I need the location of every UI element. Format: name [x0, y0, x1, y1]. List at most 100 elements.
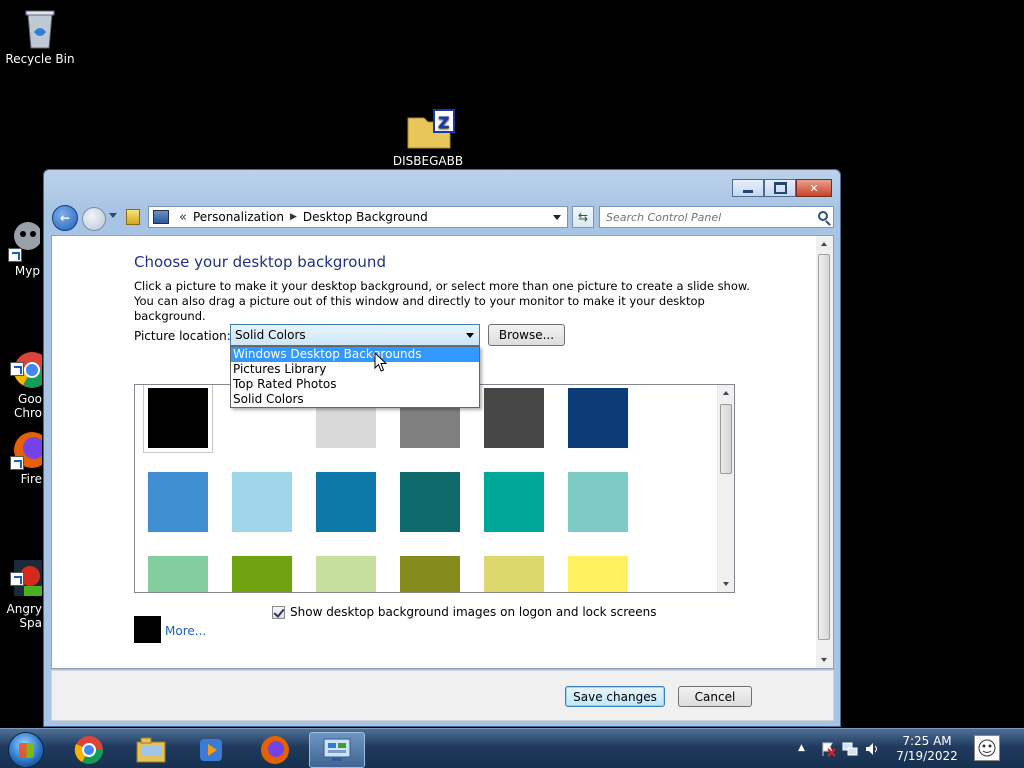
color-swatch[interactable]	[400, 556, 460, 592]
desktop-icon-recycle-bin[interactable]: Recycle Bin	[0, 6, 80, 66]
picture-location-dropdown: Windows Desktop Backgrounds Pictures Lib…	[230, 346, 480, 408]
breadcrumb-arrow-icon[interactable]: ▶	[290, 212, 297, 222]
color-swatch[interactable]	[148, 472, 208, 532]
taskbar-chrome[interactable]	[62, 732, 116, 768]
desktop-icon-firefox[interactable]: Fire	[0, 428, 42, 486]
color-swatch[interactable]	[316, 472, 376, 532]
picture-location-select[interactable]: Solid Colors	[230, 324, 480, 346]
close-button[interactable]: ✕	[796, 179, 832, 197]
more-colors-link[interactable]: More...	[165, 624, 206, 638]
media-player-icon	[200, 739, 222, 761]
color-swatch[interactable]	[232, 472, 292, 532]
show-on-logon-label: Show desktop background images on logon …	[290, 605, 657, 619]
recent-pages-dropdown[interactable]	[109, 213, 117, 218]
chrome-icon	[10, 334, 42, 388]
desktop-icon-folder[interactable]: Z DISBEGABB	[388, 108, 468, 168]
folder-icon	[136, 737, 166, 763]
dropdown-option-windows-backgrounds[interactable]: Windows Desktop Backgrounds	[231, 347, 479, 362]
cancel-button[interactable]: Cancel	[678, 686, 752, 707]
up-level-icon[interactable]	[126, 209, 140, 225]
color-swatch[interactable]	[484, 472, 544, 532]
scroll-thumb[interactable]	[818, 254, 830, 640]
desktop-icon-myp[interactable]: Myp	[0, 218, 40, 278]
address-bar[interactable]: « Personalization ▶ Desktop Background	[148, 206, 568, 228]
color-swatch[interactable]	[484, 556, 544, 592]
minimize-button[interactable]	[732, 179, 764, 197]
color-swatch[interactable]	[400, 472, 460, 532]
taskbar: ▲ 7:25 AM 7/19/2022	[0, 728, 1024, 768]
desktop-background-window: ✕ ← « Personalization ▶ Desktop Backgrou…	[43, 169, 841, 727]
taskbar-media-player[interactable]	[184, 732, 238, 768]
search-input[interactable]	[600, 207, 805, 227]
save-changes-button[interactable]: Save changes	[565, 686, 665, 707]
maximize-button[interactable]	[764, 179, 796, 197]
firefox-icon	[10, 428, 42, 470]
control-panel-icon	[323, 738, 351, 761]
desktop-icon-label: Goo Chro	[14, 392, 42, 420]
network-icon[interactable]	[842, 741, 858, 757]
taskbar-firefox[interactable]	[248, 732, 302, 768]
firefox-icon	[261, 736, 289, 764]
color-swatch[interactable]	[568, 472, 628, 532]
navigation-toolbar: ← « Personalization ▶ Desktop Background…	[52, 203, 834, 233]
shortcut-arrow-icon	[10, 572, 24, 586]
scroll-down-icon[interactable]	[821, 658, 827, 662]
show-on-logon-checkbox[interactable]	[272, 605, 285, 619]
start-button[interactable]	[8, 732, 44, 768]
address-dropdown-icon[interactable]	[553, 215, 561, 220]
color-swatch[interactable]	[232, 556, 292, 592]
desktop-icon-chrome[interactable]: Goo Chro	[0, 320, 42, 420]
caption-buttons: ✕	[732, 179, 832, 197]
scroll-down-icon[interactable]	[723, 582, 729, 586]
browse-button[interactable]: Browse...	[488, 324, 565, 346]
volume-icon[interactable]	[864, 741, 880, 757]
scroll-up-icon[interactable]	[821, 242, 827, 246]
shortcut-arrow-icon	[10, 456, 24, 470]
system-tray: ▲ 7:25 AM 7/19/2022	[794, 729, 1024, 768]
color-swatch[interactable]	[568, 556, 628, 592]
shortcut-arrow-icon	[10, 362, 24, 376]
back-button[interactable]: ←	[52, 205, 78, 231]
clock[interactable]: 7:25 AM 7/19/2022	[892, 734, 962, 764]
recycle-bin-icon	[18, 6, 62, 50]
action-center-icon[interactable]	[820, 741, 836, 757]
breadcrumb-desktop-background[interactable]: Desktop Background	[303, 210, 428, 224]
refresh-icon: ⇆	[577, 210, 589, 224]
angry-birds-icon	[10, 544, 42, 596]
color-swatch[interactable]	[568, 388, 628, 448]
picture-location-value: Solid Colors	[235, 328, 306, 342]
current-color-swatch	[134, 616, 161, 643]
dropdown-option-pictures-library[interactable]: Pictures Library	[231, 362, 479, 377]
content-scrollbar[interactable]	[816, 236, 833, 668]
mouse-cursor-icon	[374, 352, 388, 372]
desktop-icon-angry[interactable]: Angry Spa	[0, 530, 42, 630]
dropdown-option-solid-colors[interactable]: Solid Colors	[231, 392, 479, 407]
address-overflow[interactable]: «	[179, 210, 187, 225]
content-pane: Choose your desktop background Click a p…	[51, 235, 834, 669]
show-on-logon-row: Show desktop background images on logon …	[272, 605, 657, 619]
clock-time: 7:25 AM	[902, 734, 952, 748]
shortcut-arrow-icon	[8, 248, 22, 262]
svg-text:Z: Z	[438, 113, 450, 132]
breadcrumb-personalization[interactable]: Personalization	[193, 210, 284, 224]
scroll-up-icon[interactable]	[723, 391, 729, 395]
picture-location-label: Picture location:	[134, 329, 231, 343]
desktop-icon-label: Myp	[14, 264, 40, 278]
swatch-scrollbar[interactable]	[717, 385, 734, 592]
avatar-icon[interactable]	[974, 735, 1000, 761]
color-swatch[interactable]	[316, 556, 376, 592]
refresh-button[interactable]: ⇆	[572, 206, 594, 228]
chevron-down-icon	[466, 333, 474, 338]
color-swatch[interactable]	[148, 556, 208, 592]
search-icon[interactable]	[818, 211, 828, 221]
dropdown-option-top-rated-photos[interactable]: Top Rated Photos	[231, 377, 479, 392]
show-hidden-icons-icon[interactable]: ▲	[798, 743, 814, 759]
color-swatch[interactable]	[484, 388, 544, 448]
taskbar-explorer[interactable]	[124, 732, 178, 768]
color-swatch[interactable]	[143, 385, 213, 453]
chrome-icon	[74, 736, 103, 764]
taskbar-control-panel[interactable]	[309, 732, 365, 768]
color-swatch-grid	[134, 384, 735, 593]
scroll-thumb[interactable]	[720, 404, 732, 474]
forward-button[interactable]	[82, 207, 106, 231]
